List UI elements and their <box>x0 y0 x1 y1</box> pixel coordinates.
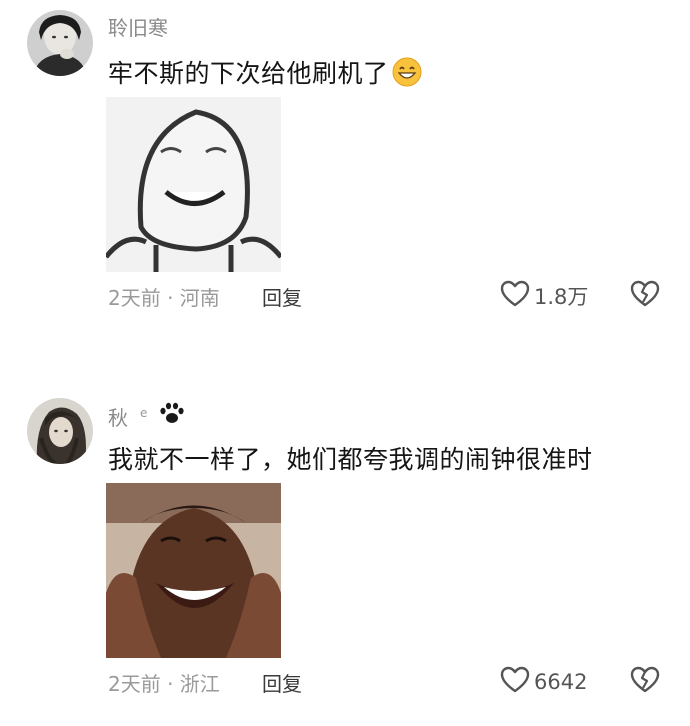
avatar[interactable] <box>27 10 93 76</box>
broken-heart-icon <box>630 666 660 698</box>
comment-item: 聆旧寒 牢不斯的下次给他刷机了 2天前 · 河南 回复 1.8万 <box>0 0 690 340</box>
comment-image[interactable] <box>106 483 281 658</box>
dislike-button[interactable] <box>630 666 660 698</box>
reply-button[interactable]: 回复 <box>262 282 302 311</box>
user-badge: e <box>140 406 148 420</box>
paw-print-icon <box>156 400 188 430</box>
time-location: 2天前 · 浙江 <box>108 672 220 696</box>
like-button[interactable]: 6642 <box>500 666 587 698</box>
grinning-face-emoji-icon <box>391 56 423 94</box>
username[interactable]: 聆旧寒 <box>108 12 168 41</box>
dislike-button[interactable] <box>630 280 660 312</box>
comment-image[interactable] <box>106 97 281 272</box>
avatar[interactable] <box>27 398 93 464</box>
comment-text: 牢不斯的下次给他刷机了 <box>108 54 423 94</box>
username[interactable]: 秋 <box>108 402 128 431</box>
like-count: 6642 <box>534 670 588 694</box>
like-count: 1.8万 <box>534 285 589 309</box>
heart-icon <box>500 666 530 698</box>
like-button[interactable]: 1.8万 <box>500 280 588 312</box>
comment-text-content: 牢不斯的下次给他刷机了 <box>108 59 389 88</box>
heart-icon <box>500 280 530 312</box>
time-location: 2天前 · 河南 <box>108 286 220 310</box>
broken-heart-icon <box>630 280 660 312</box>
reply-button[interactable]: 回复 <box>262 668 302 697</box>
comment-item: 秋 e 我就不一样了，她们都夸我调的闹钟很准时 2天前 · 浙江 回复 6642 <box>0 388 690 726</box>
comment-text: 我就不一样了，她们都夸我调的闹钟很准时 <box>108 445 593 474</box>
